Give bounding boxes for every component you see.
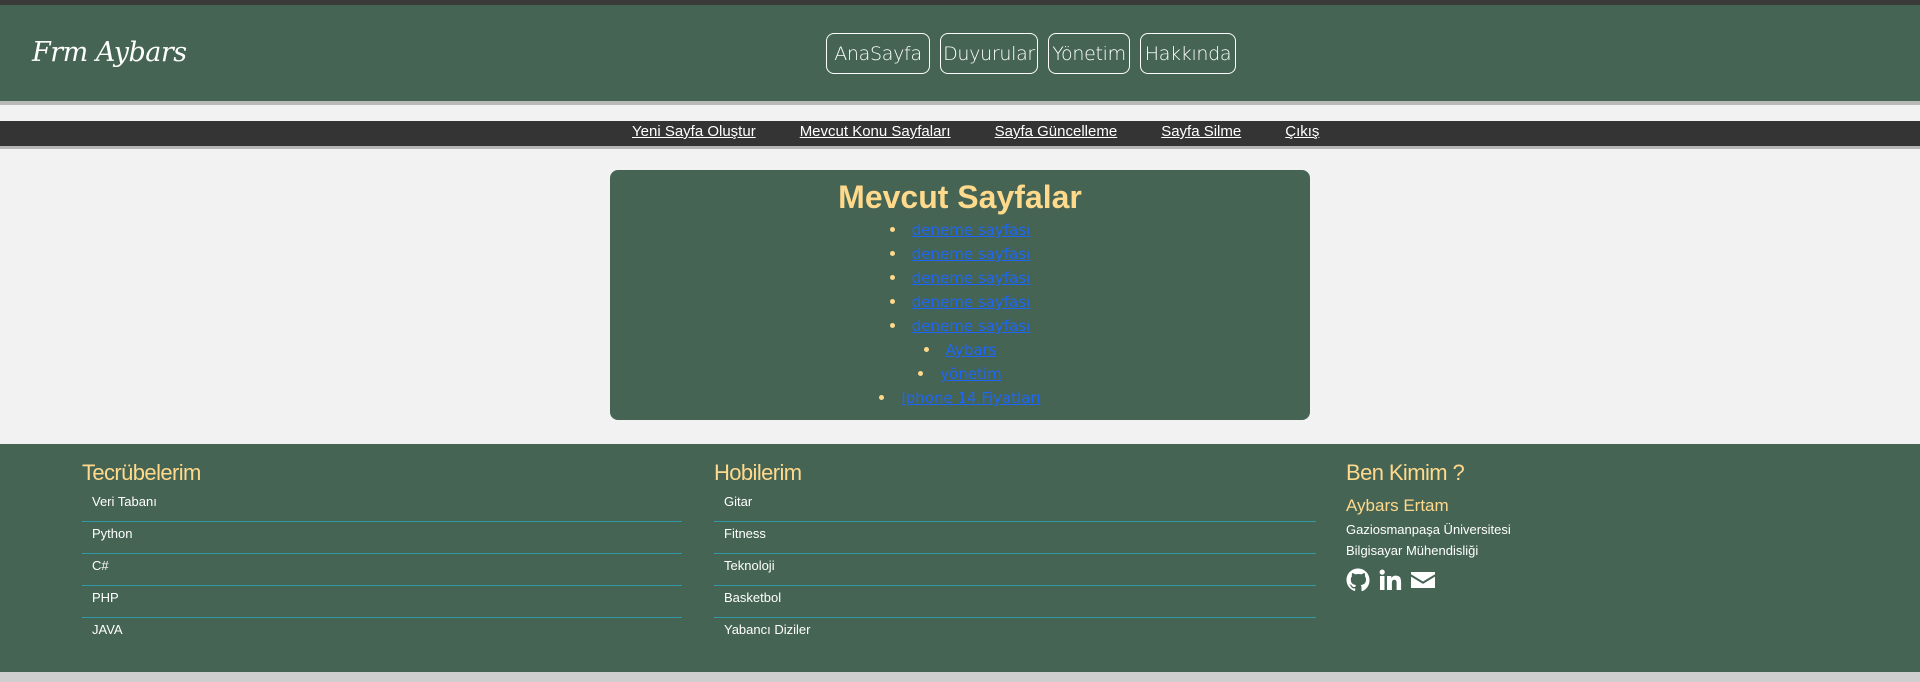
list-item: C# — [82, 554, 682, 586]
list-item: Teknoloji — [714, 554, 1316, 586]
list-item: Yabancı Diziler — [724, 622, 811, 637]
list-item: yönetim — [610, 362, 1310, 386]
existing-pages-panel: Mevcut Sayfalar deneme sayfası deneme sa… — [610, 170, 1310, 420]
nav-hakkinda-button[interactable]: Hakkında — [1140, 33, 1236, 74]
site-logo[interactable]: Frm Aybars — [32, 37, 187, 68]
nav-duyurular-button[interactable]: Duyurular — [940, 33, 1038, 74]
list-item: Gitar — [714, 490, 1316, 522]
list-item: PHP — [82, 586, 682, 618]
hobbies-title: Hobilerim — [714, 460, 802, 485]
list-item: deneme sayfası — [610, 242, 1310, 266]
list-item: deneme sayfası — [610, 314, 1310, 338]
page-list: deneme sayfası deneme sayfası deneme say… — [610, 216, 1310, 410]
social-links — [1346, 568, 1746, 596]
about-title: Ben Kimim ? — [1346, 460, 1465, 485]
linkedin-icon[interactable] — [1378, 568, 1402, 596]
list-item: deneme sayfası — [610, 218, 1310, 242]
envelope-icon[interactable] — [1410, 568, 1436, 596]
page-link[interactable]: deneme sayfası — [912, 221, 1030, 239]
panel-title: Mevcut Sayfalar — [838, 179, 1082, 215]
about-department: Bilgisayar Mühendisliği — [1346, 543, 1479, 558]
admin-subnav: Yeni Sayfa Oluştur Mevcut Konu Sayfaları… — [0, 121, 1920, 149]
page-link[interactable]: Iphone 14 Fiyatları — [901, 389, 1040, 407]
list-item: Aybars — [610, 338, 1310, 362]
list-item: Python — [82, 522, 682, 554]
nav-yonetim-button[interactable]: Yönetim — [1048, 33, 1130, 74]
page-link[interactable]: deneme sayfası — [912, 293, 1030, 311]
page-link[interactable]: deneme sayfası — [912, 317, 1030, 335]
experience-column: Tecrübelerim Veri Tabanı Python C# PHP J… — [82, 460, 682, 650]
page-link[interactable]: yönetim — [940, 365, 1001, 383]
site-footer: Tecrübelerim Veri Tabanı Python C# PHP J… — [0, 444, 1920, 672]
list-item: deneme sayfası — [610, 266, 1310, 290]
page-link[interactable]: Aybars — [946, 341, 997, 359]
subnav-new-page-link[interactable]: Yeni Sayfa Oluştur — [632, 123, 756, 140]
github-icon[interactable] — [1346, 568, 1370, 596]
page-link[interactable]: deneme sayfası — [912, 245, 1030, 263]
nav-anasayfa-button[interactable]: AnaSayfa — [826, 33, 930, 74]
list-item: Basketbol — [714, 586, 1316, 618]
list-item: Veri Tabanı — [82, 490, 682, 522]
page-link[interactable]: deneme sayfası — [912, 269, 1030, 287]
list-item: Fitness — [714, 522, 1316, 554]
hobbies-column: Hobilerim Gitar Fitness Teknoloji Basket… — [714, 460, 1316, 650]
list-item: JAVA — [92, 622, 123, 637]
subnav-delete-page-link[interactable]: Sayfa Silme — [1161, 123, 1241, 140]
experience-title: Tecrübelerim — [82, 460, 201, 485]
bottom-border — [0, 672, 1920, 682]
subnav-existing-pages-link[interactable]: Mevcut Konu Sayfaları — [800, 123, 951, 140]
main-nav: AnaSayfa Duyurular Yönetim Hakkında — [826, 33, 1236, 76]
about-name: Aybars Ertam — [1346, 496, 1449, 515]
site-header: Frm Aybars AnaSayfa Duyurular Yönetim Ha… — [0, 5, 1920, 105]
subnav-update-page-link[interactable]: Sayfa Güncelleme — [995, 123, 1118, 140]
about-column: Ben Kimim ? Aybars Ertam Gaziosmanpaşa Ü… — [1346, 460, 1746, 596]
subnav-logout-link[interactable]: Çıkış — [1285, 123, 1319, 140]
about-school: Gaziosmanpaşa Üniversitesi — [1346, 522, 1511, 537]
list-item: deneme sayfası — [610, 290, 1310, 314]
list-item: Iphone 14 Fiyatları — [610, 386, 1310, 410]
